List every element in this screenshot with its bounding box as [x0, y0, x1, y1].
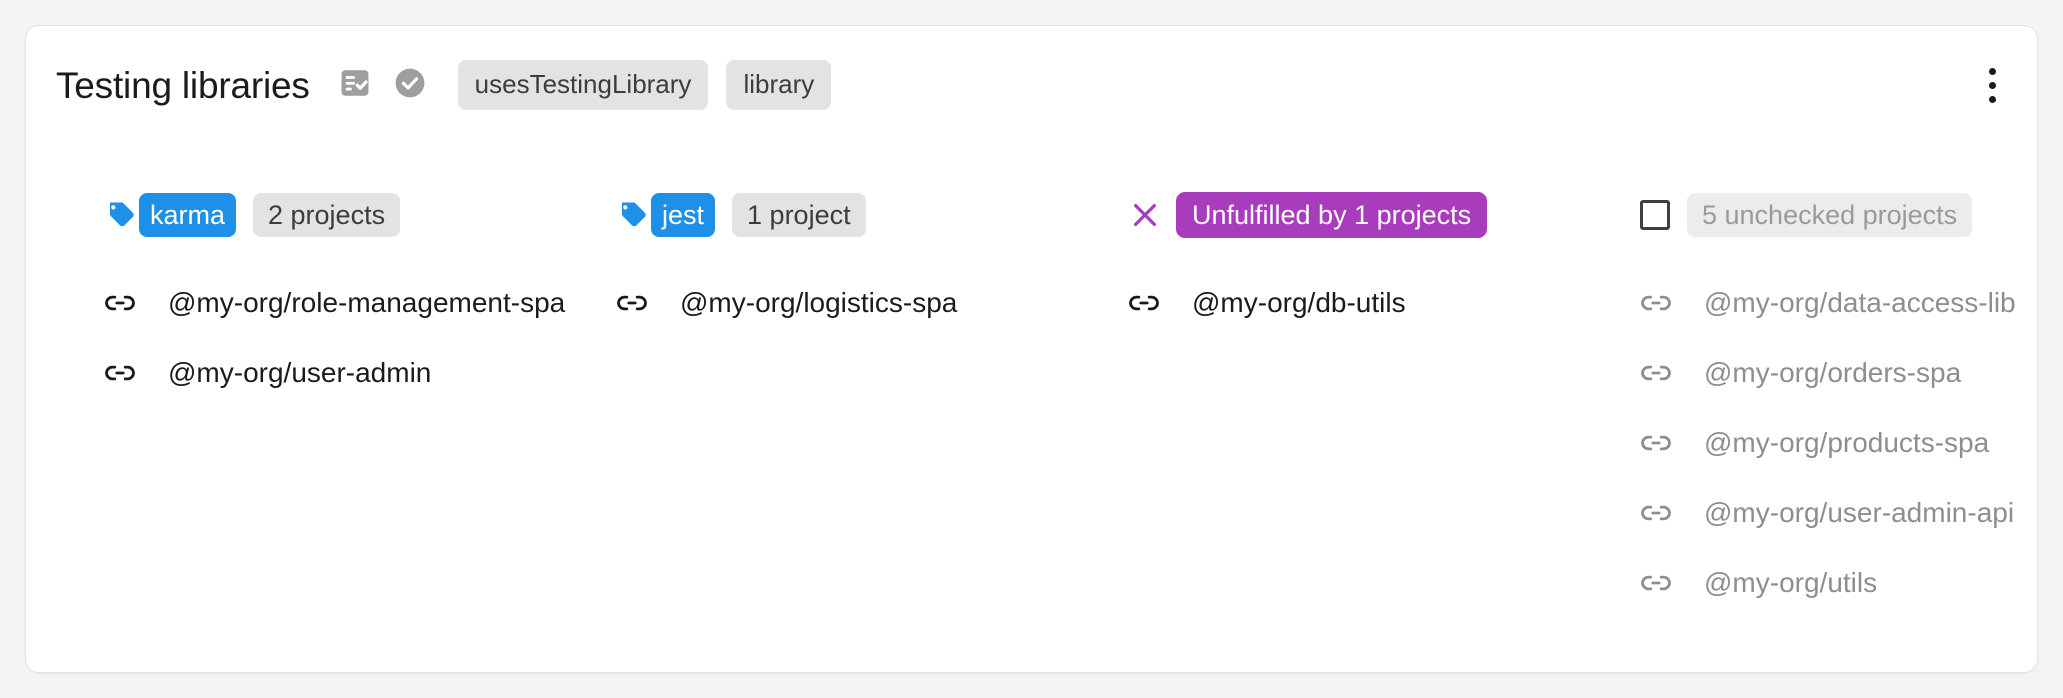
project-count-chip-jest: 1 project: [732, 193, 866, 237]
badge-row-karma: karma 2 projects: [104, 188, 616, 242]
link-icon: [104, 357, 144, 389]
page-title: Testing libraries: [56, 64, 310, 106]
tag-icon: [616, 193, 650, 237]
column-karma: karma 2 projects @my-org/role-management…: [104, 144, 616, 618]
check-circle-icon: [392, 65, 428, 106]
project-name: @my-org/utils: [1704, 567, 1878, 598]
link-icon: [616, 287, 656, 319]
link-icon: [1640, 287, 1680, 319]
tag-badge-jest[interactable]: jest: [616, 193, 716, 237]
more-options-menu[interactable]: [1975, 62, 2009, 108]
column-jest: jest 1 project @my-org/logistics-spa: [616, 144, 1128, 618]
testing-libraries-card: Testing libraries usesTestingLibrary lib…: [25, 25, 2038, 673]
chip-uses-testing-library[interactable]: usesTestingLibrary: [457, 60, 709, 110]
page-root: Testing libraries usesTestingLibrary lib…: [0, 0, 2063, 698]
close-x-icon: [1128, 198, 1162, 232]
list-item[interactable]: @my-org/user-admin: [104, 338, 616, 408]
project-links-karma: @my-org/role-management-spa @my-org/user…: [104, 268, 616, 408]
header-tag-chips: usesTestingLibrary library: [457, 60, 832, 110]
unchecked-projects-chip[interactable]: 5 unchecked projects: [1687, 193, 1973, 237]
header-icon-group: [338, 65, 428, 106]
project-name: @my-org/orders-spa: [1704, 357, 1962, 388]
list-item[interactable]: @my-org/db-utils: [1128, 268, 1640, 338]
project-name: @my-org/user-admin: [168, 357, 432, 388]
card-header: Testing libraries usesTestingLibrary lib…: [26, 26, 2037, 144]
checkbox-unchecked-icon[interactable]: [1640, 200, 1670, 230]
list-item[interactable]: @my-org/logistics-spa: [616, 268, 1128, 338]
tag-icon: [104, 193, 138, 237]
link-icon: [1640, 357, 1680, 389]
project-name: @my-org/db-utils: [1192, 287, 1406, 318]
tag-label-jest: jest: [651, 193, 716, 237]
link-icon: [104, 287, 144, 319]
chip-library[interactable]: library: [726, 60, 832, 110]
list-item[interactable]: @my-org/utils: [1640, 548, 2063, 618]
unfulfilled-badge[interactable]: Unfulfilled by 1 projects: [1176, 192, 1488, 238]
link-icon: [1640, 427, 1680, 459]
project-name: @my-org/products-spa: [1704, 427, 1990, 458]
project-links-unchecked: @my-org/data-access-lib @my-org/orders-s…: [1640, 268, 2063, 618]
link-icon: [1128, 287, 1168, 319]
link-icon: [1640, 567, 1680, 599]
project-count-chip-karma: 2 projects: [253, 193, 401, 237]
tag-label-karma: karma: [139, 193, 237, 237]
list-item[interactable]: @my-org/role-management-spa: [104, 268, 616, 338]
tag-badge-karma[interactable]: karma: [104, 193, 237, 237]
fact-check-icon: [338, 66, 372, 105]
project-name: @my-org/logistics-spa: [680, 287, 958, 318]
project-name: @my-org/data-access-lib: [1704, 287, 2016, 318]
project-name: @my-org/role-management-spa: [168, 287, 566, 318]
list-item[interactable]: @my-org/user-admin-api: [1640, 478, 2063, 548]
link-icon: [1640, 497, 1680, 529]
list-item[interactable]: @my-org/products-spa: [1640, 408, 2063, 478]
kebab-dot-2: [1988, 81, 1996, 89]
project-name: @my-org/user-admin-api: [1704, 497, 2015, 528]
kebab-dot-3: [1988, 95, 1996, 103]
list-item[interactable]: @my-org/orders-spa: [1640, 338, 2063, 408]
column-unfulfilled: Unfulfilled by 1 projects @my-org/db-uti…: [1128, 144, 1640, 618]
badge-row-unfulfilled: Unfulfilled by 1 projects: [1128, 188, 1640, 242]
badge-row-unchecked: 5 unchecked projects: [1640, 188, 2063, 242]
column-unchecked: 5 unchecked projects @my-org/data-access…: [1640, 144, 2063, 618]
project-links-unfulfilled: @my-org/db-utils: [1128, 268, 1640, 338]
badge-row-jest: jest 1 project: [616, 188, 1128, 242]
list-item[interactable]: @my-org/data-access-lib: [1640, 268, 2063, 338]
kebab-dot-1: [1988, 67, 1996, 75]
project-links-jest: @my-org/logistics-spa: [616, 268, 1128, 338]
columns-container: karma 2 projects @my-org/role-management…: [26, 144, 2037, 618]
